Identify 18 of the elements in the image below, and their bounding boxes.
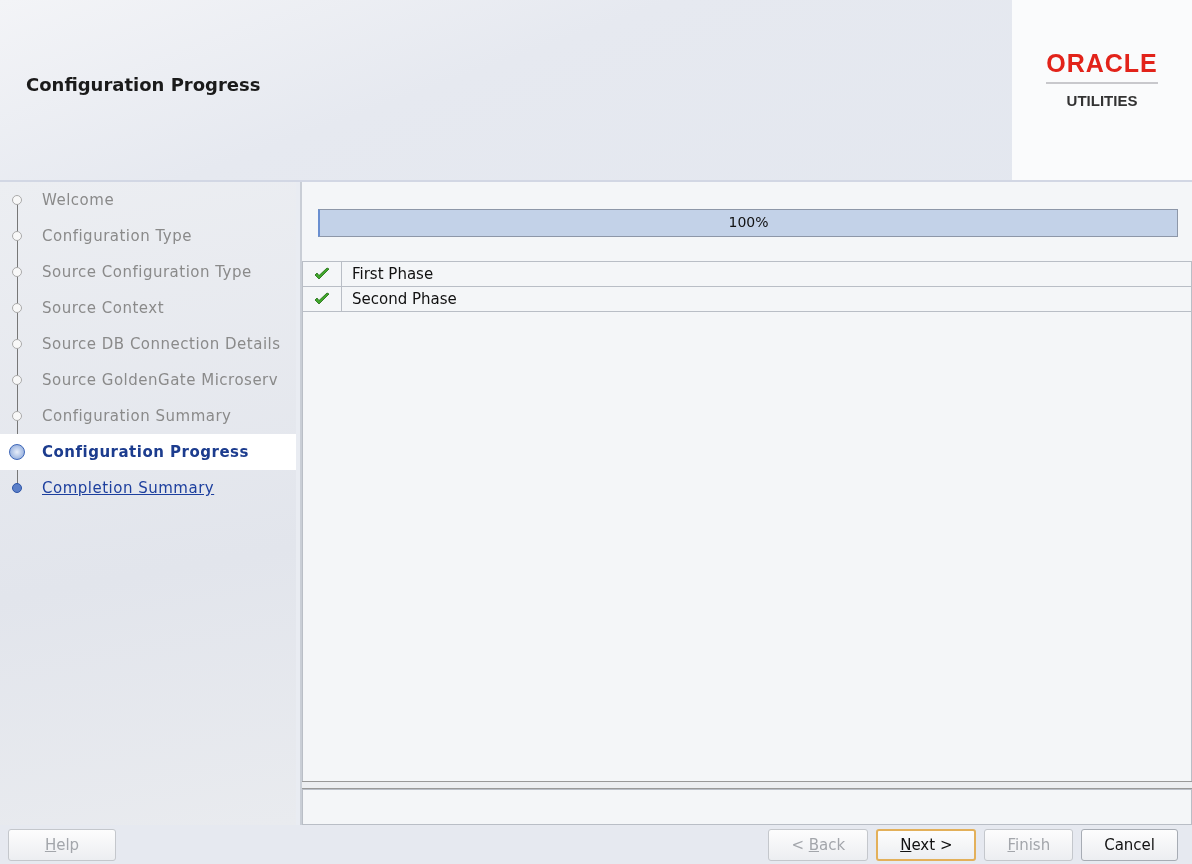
step-label: Source Configuration Type [42,263,252,281]
step-label: Welcome [42,191,115,209]
step-label: Configuration Type [42,227,192,245]
wizard-button[interactable]: Cancel [1081,828,1178,861]
step-label: Configuration Summary [42,407,232,425]
wizard-button[interactable]: Next > [876,828,977,861]
step-label: Source GoldenGate Microserv [42,371,279,389]
phase-name: Second Phase [351,289,457,310]
phase-name: First Phase [351,264,434,285]
progress-reading: 100% [727,214,770,230]
brand-logo: ORACLE [1046,49,1158,84]
splitter-handle[interactable] [302,781,1192,789]
step-link[interactable]: Completion Summary [42,479,215,497]
page-title: Configuration Progress [25,73,262,95]
step-label: Source DB Connection Details [42,335,281,353]
step-label: Configuration Progress [42,443,249,461]
product-name: UTILITIES [1066,92,1138,109]
step-label: Source Context [42,299,165,317]
